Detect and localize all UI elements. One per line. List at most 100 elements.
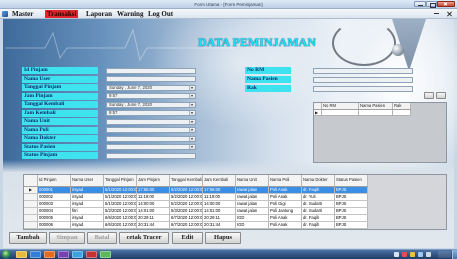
- table-cell[interactable]: 5/3/2020 12:00:00 AM: [170, 208, 203, 214]
- table-cell[interactable]: 5/1/2020 12:00:00 AM: [104, 201, 137, 207]
- table-cell[interactable]: Poli Jantung: [269, 208, 302, 214]
- column-header-rak[interactable]: Rak: [393, 103, 411, 109]
- table-cell[interactable]: [359, 110, 393, 115]
- table-cell[interactable]: dr. Yuli: [302, 194, 335, 200]
- table-cell[interactable]: rawat jalan: [236, 187, 269, 193]
- table-cell[interactable]: 000004: [38, 208, 71, 214]
- chevron-down-icon[interactable]: [189, 85, 195, 90]
- table-cell[interactable]: rawat jalan: [236, 208, 269, 214]
- column-header-nama-user[interactable]: Nama User: [71, 175, 104, 186]
- menu-warning[interactable]: Warning: [115, 10, 145, 18]
- chevron-down-icon[interactable]: [189, 94, 195, 98]
- table-cell[interactable]: irsyad: [71, 215, 104, 221]
- table-cell[interactable]: BPJS: [335, 194, 368, 200]
- table-cell[interactable]: 14:01:00: [203, 208, 236, 214]
- column-header-nama-poli[interactable]: Nama Poli: [269, 175, 302, 186]
- table-cell[interactable]: Poli Anak: [269, 194, 302, 200]
- simpan-button[interactable]: Simpan: [49, 232, 85, 244]
- table-cell[interactable]: irsyad: [71, 222, 104, 228]
- table-cell[interactable]: 14:00:00: [137, 201, 170, 207]
- app-launcher-icon[interactable]: [86, 251, 97, 258]
- folder-icon[interactable]: [16, 251, 27, 258]
- volume-icon[interactable]: [426, 252, 431, 257]
- column-header-no-rm[interactable]: No RM: [322, 103, 359, 109]
- table-cell[interactable]: 6/7/2020 12:00:00 AM: [170, 215, 203, 221]
- table-cell[interactable]: 5/2/2020 12:00:00 AM: [104, 208, 137, 214]
- table-cell[interactable]: irsyad: [71, 201, 104, 207]
- tanggal-kembali-picker[interactable]: Sunday , June 7, 2020: [106, 101, 196, 108]
- table-cell[interactable]: BPJS: [335, 201, 368, 207]
- table-cell[interactable]: IGD: [236, 222, 269, 228]
- title-bar[interactable]: Form Utama - [Form Peminjaman]: [0, 0, 457, 9]
- status-pinjam-field[interactable]: [106, 152, 196, 159]
- rak-field[interactable]: [313, 85, 413, 92]
- table-cell[interactable]: 5/1/2020 12:00:00 AM: [104, 194, 137, 200]
- running-app-icon[interactable]: [100, 251, 111, 258]
- patient-remove-button[interactable]: [436, 92, 446, 99]
- chevron-down-icon[interactable]: [189, 111, 195, 115]
- table-cell[interactable]: Poli Anak: [269, 222, 302, 228]
- table-cell[interactable]: 11:19:00: [203, 194, 236, 200]
- status-pasien-picker[interactable]: [106, 144, 196, 150]
- tanggal-pinjam-picker[interactable]: Sunday , June 7, 2020: [106, 84, 196, 91]
- patient-new-row[interactable]: ▶: [314, 110, 411, 116]
- table-cell[interactable]: BPJS: [335, 187, 368, 193]
- cetak-tracer-button[interactable]: cetak Tracer: [119, 232, 169, 244]
- column-header-nama-unit[interactable]: Nama Unit: [236, 175, 269, 186]
- tray-app-icon[interactable]: [402, 252, 407, 257]
- table-cell[interactable]: fitri: [71, 208, 104, 214]
- column-header-tanggal-kembali[interactable]: Tanggal Kembali: [170, 175, 203, 186]
- table-cell[interactable]: rawat jalan: [236, 194, 269, 200]
- table-cell[interactable]: dr. Faqih: [302, 187, 335, 193]
- media-player-icon[interactable]: [44, 251, 55, 258]
- table-row[interactable]: ▶000001irsyad5/1/2020 12:00:00 AM17:56:0…: [24, 187, 368, 194]
- table-cell[interactable]: 5/2/2020 12:00:00 AM: [170, 201, 203, 207]
- table-cell[interactable]: dr. Sudarti: [302, 201, 335, 207]
- child-minimize-icon[interactable]: [434, 13, 439, 14]
- nama-poli-picker[interactable]: [106, 127, 196, 133]
- table-cell[interactable]: 17:56:00: [203, 187, 236, 193]
- browser-icon[interactable]: [30, 251, 41, 258]
- table-cell[interactable]: rawat jalan: [236, 201, 269, 207]
- table-cell[interactable]: Poli Anak: [269, 215, 302, 221]
- table-cell[interactable]: 5/2/2020 12:00:00 AM: [170, 187, 203, 193]
- show-desktop-button[interactable]: [452, 250, 457, 259]
- patient-grid[interactable]: No RM Nama Pasien Rak ▶: [313, 102, 447, 163]
- menu-master[interactable]: Master: [10, 10, 35, 18]
- table-cell[interactable]: 000003: [38, 201, 71, 207]
- app-icon[interactable]: [2, 11, 8, 17]
- start-button-icon[interactable]: [2, 250, 11, 259]
- close-button[interactable]: [437, 1, 455, 7]
- table-cell[interactable]: 20:31:44: [137, 222, 170, 228]
- chevron-down-icon[interactable]: [189, 128, 195, 132]
- jam-kembali-picker[interactable]: 9:57: [106, 110, 196, 116]
- chevron-down-icon[interactable]: [189, 136, 195, 141]
- table-cell[interactable]: IGD: [236, 215, 269, 221]
- column-header-status-pasien[interactable]: Status Pasien: [335, 175, 368, 186]
- nama-unit-picker[interactable]: [106, 118, 196, 125]
- minimize-button[interactable]: [414, 1, 426, 7]
- table-row[interactable]: 000005irsyad6/6/2020 12:00:00 AM 20:29:11…: [24, 215, 368, 222]
- table-cell[interactable]: 6/6/2020 12:00:00 AM: [104, 222, 137, 228]
- table-cell[interactable]: 6/7/2020 12:00:00 AM: [170, 222, 203, 228]
- table-row[interactable]: 000002irsyad5/1/2020 12:00:00 AM11:19:00…: [24, 194, 368, 201]
- table-cell[interactable]: 17:56:00: [137, 187, 170, 193]
- table-cell[interactable]: BPJS: [335, 215, 368, 221]
- column-header-nama-pasien[interactable]: Nama Pasien: [359, 103, 393, 109]
- table-cell[interactable]: 11:19:00: [137, 194, 170, 200]
- table-cell[interactable]: 000005: [38, 215, 71, 221]
- table-cell[interactable]: irsyad: [71, 194, 104, 200]
- table-cell[interactable]: 5/2/2020 12:00:00 AM: [170, 194, 203, 200]
- column-header-jam-pinjam[interactable]: Jam Pinjam: [137, 175, 170, 186]
- table-cell[interactable]: Poli Anak: [269, 187, 302, 193]
- table-cell[interactable]: dr. Sudarti: [302, 208, 335, 214]
- column-header-tanggal-pinjam[interactable]: Tanggal Pinjam: [104, 175, 137, 186]
- table-row[interactable]: 000006irsyad6/6/2020 12:00:00 AM20:31:44…: [24, 222, 368, 229]
- jam-pinjam-picker[interactable]: 9:57: [106, 93, 196, 99]
- explorer-icon[interactable]: [72, 251, 83, 258]
- table-cell[interactable]: 20:29:11: [203, 215, 236, 221]
- edit-button[interactable]: Edit: [172, 232, 203, 244]
- table-cell[interactable]: 6/6/2020 12:00:00 AM: [104, 215, 137, 221]
- table-cell[interactable]: BPJS: [335, 222, 368, 228]
- table-row[interactable]: 000004fitri5/2/2020 12:00:00 AM 14:01:005…: [24, 208, 368, 215]
